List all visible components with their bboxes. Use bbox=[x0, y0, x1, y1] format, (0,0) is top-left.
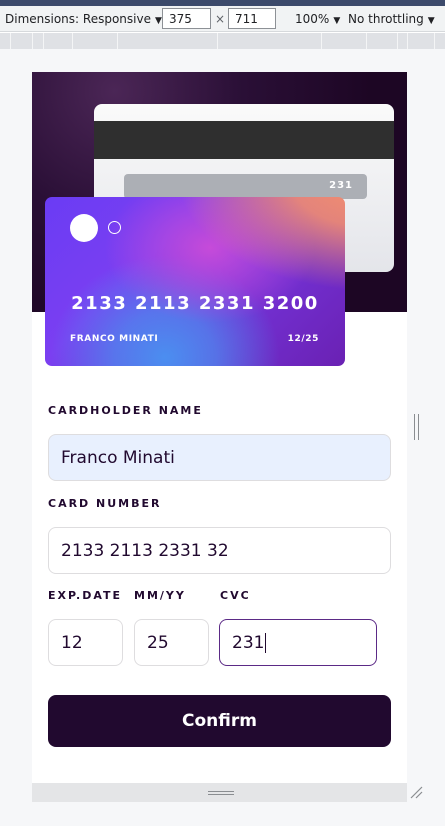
chevron-down-icon: ▼ bbox=[427, 16, 435, 26]
card-back-cvc: 231 bbox=[329, 180, 353, 191]
card-number-input[interactable]: 2133 2113 2331 32 bbox=[48, 527, 391, 574]
device-viewport: 231 2133 2113 2331 3200 FRANCO MINATI 12… bbox=[32, 72, 407, 783]
magnetic-stripe bbox=[94, 121, 394, 159]
corner-resize-icon[interactable] bbox=[409, 785, 423, 799]
card-number-label: CARD NUMBER bbox=[48, 497, 162, 510]
exp-year-input[interactable]: 25 bbox=[134, 619, 209, 666]
card-front-name: FRANCO MINATI bbox=[70, 334, 159, 344]
bottom-resize-handle[interactable] bbox=[32, 783, 407, 802]
confirm-button[interactable]: Confirm bbox=[48, 695, 391, 747]
chevron-down-icon: ▼ bbox=[333, 16, 341, 26]
signature-strip: 231 bbox=[124, 174, 367, 199]
exp-month-input[interactable]: 12 bbox=[48, 619, 123, 666]
throttling-dropdown[interactable]: No throttling ▼ bbox=[348, 12, 435, 26]
cvc-input-value: 231 bbox=[232, 632, 265, 653]
chevron-down-icon: ▼ bbox=[154, 16, 162, 26]
throttling-label: No throttling bbox=[348, 12, 424, 26]
devtools-device-toolbar: Dimensions: Responsive ▼ 375 × 711 100% ▼ … bbox=[0, 6, 445, 32]
media-query-ruler[interactable] bbox=[0, 33, 445, 49]
resize-grip-icon bbox=[208, 791, 234, 792]
cardholder-name-label: CARDHOLDER NAME bbox=[48, 404, 203, 417]
width-input[interactable]: 375 bbox=[162, 8, 211, 29]
mm-yy-label: MM/YY bbox=[134, 589, 186, 602]
card-logo-circle-icon bbox=[70, 214, 98, 242]
zoom-label: 100% bbox=[295, 12, 330, 26]
text-caret bbox=[265, 632, 267, 653]
height-input[interactable]: 711 bbox=[228, 8, 276, 29]
exp-date-label: EXP.DATE bbox=[48, 589, 123, 602]
card-front: 2133 2113 2331 3200 FRANCO MINATI 12/25 bbox=[45, 197, 345, 366]
card-logo-ring-icon bbox=[108, 221, 121, 234]
cvc-input[interactable]: 231 bbox=[219, 619, 377, 666]
right-resize-handle[interactable] bbox=[414, 414, 419, 440]
zoom-dropdown[interactable]: 100% ▼ bbox=[295, 12, 340, 26]
times-separator: × bbox=[215, 12, 226, 26]
cvc-label: CVC bbox=[220, 589, 251, 602]
card-front-number: 2133 2113 2331 3200 bbox=[71, 293, 319, 314]
dimensions-label: Dimensions: Responsive bbox=[5, 12, 151, 26]
card-front-expiry: 12/25 bbox=[287, 334, 319, 344]
cardholder-name-input[interactable]: Franco Minati bbox=[48, 434, 391, 481]
dimensions-dropdown[interactable]: Dimensions: Responsive ▼ bbox=[5, 12, 162, 26]
